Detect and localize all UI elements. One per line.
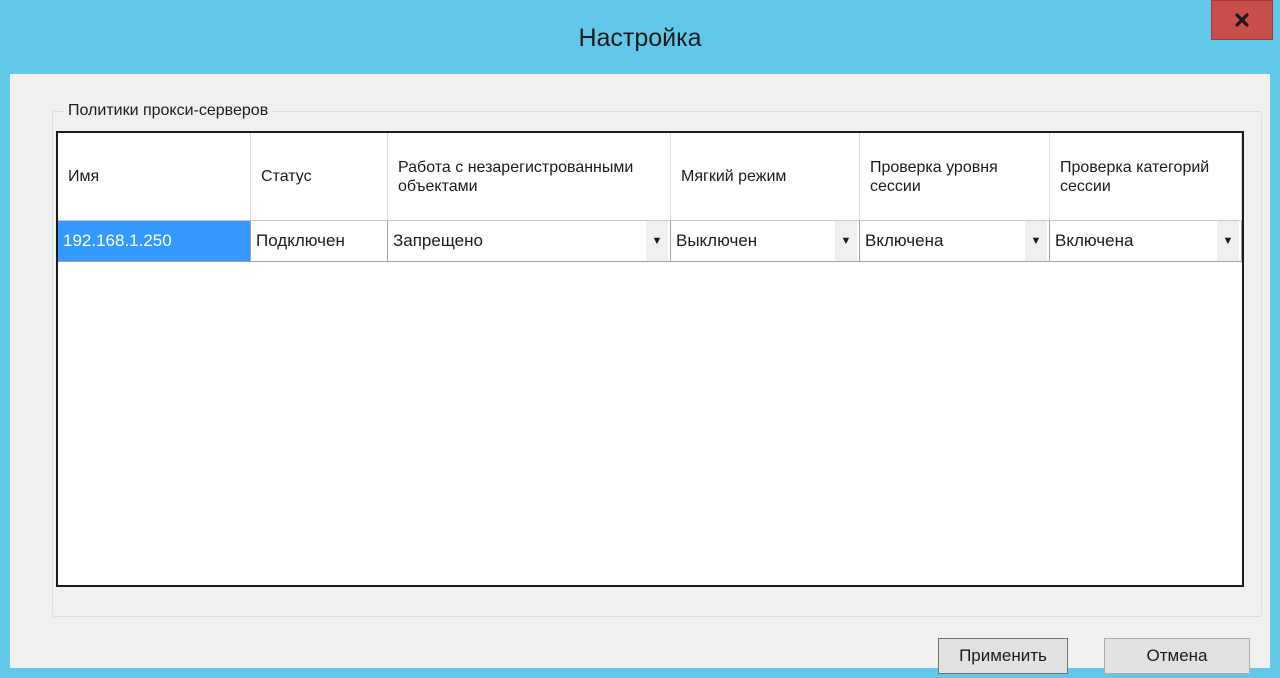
session-categories-dropdown[interactable]: Включена ▼ [1050,221,1242,261]
soft-mode-value: Выключен [676,231,758,250]
window-title: Настройка [578,24,702,52]
dialog-body: Политики прокси-серверов Имя Статус Рабо… [10,74,1270,674]
settings-window: Настройка Политики прокси-серверов Имя С… [0,0,1280,678]
column-header-soft-mode[interactable]: Мягкий режим [671,133,860,220]
table-row[interactable]: 192.168.1.250 Подключен Запрещено ▼ Выкл… [58,221,1242,262]
close-button[interactable] [1211,0,1273,40]
cell-name[interactable]: 192.168.1.250 [58,221,251,261]
chevron-down-icon[interactable]: ▼ [1217,221,1239,261]
chevron-down-icon[interactable]: ▼ [646,221,668,261]
title-bar[interactable]: Настройка [0,0,1280,74]
session-categories-value: Включена [1055,231,1134,250]
session-level-value: Включена [865,231,944,250]
policies-grid[interactable]: Имя Статус Работа с незарегистрованными … [56,131,1244,587]
column-header-status[interactable]: Статус [251,133,388,220]
column-header-session-categories[interactable]: Проверка категорий сессии [1050,133,1242,220]
soft-mode-dropdown[interactable]: Выключен ▼ [671,221,860,261]
chevron-down-icon[interactable]: ▼ [835,221,857,261]
cell-status[interactable]: Подключен [251,221,388,261]
unregistered-value: Запрещено [393,231,483,250]
group-label: Политики прокси-серверов [64,102,273,120]
session-level-dropdown[interactable]: Включена ▼ [860,221,1050,261]
column-header-session-level[interactable]: Проверка уровня сессии [860,133,1050,220]
column-header-unregistered[interactable]: Работа с незарегистрованными объектами [388,133,671,220]
column-header-name[interactable]: Имя [58,133,251,220]
unregistered-dropdown[interactable]: Запрещено ▼ [388,221,671,261]
chevron-down-icon[interactable]: ▼ [1025,221,1047,261]
close-icon [1235,13,1249,27]
grid-header: Имя Статус Работа с незарегистрованными … [58,133,1242,221]
apply-button[interactable]: Применить [938,638,1068,674]
cancel-button[interactable]: Отмена [1104,638,1250,674]
